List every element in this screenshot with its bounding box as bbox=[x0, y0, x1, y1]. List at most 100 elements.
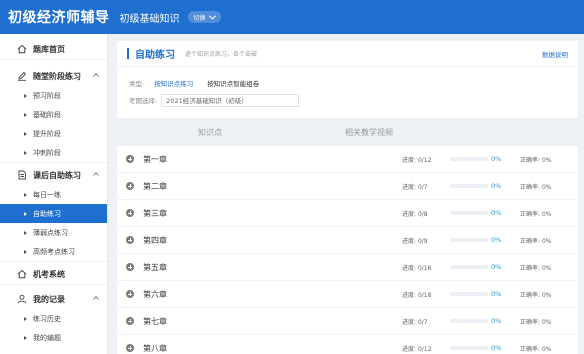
table-row[interactable]: 第八章 进度: 0/12 0% 正确率: 0% bbox=[117, 335, 578, 354]
accuracy-text: 正确率: 0% bbox=[520, 345, 552, 353]
chapter-name: 第四章 bbox=[143, 235, 167, 245]
period-label: 考期选择: bbox=[129, 97, 158, 105]
sidebar-item-sprint[interactable]: 冲刺阶段 bbox=[0, 143, 107, 162]
sidebar-group-label: 我的记录 bbox=[33, 294, 65, 304]
sidebar-item-label: 每日一练 bbox=[33, 190, 61, 199]
progress-text: 进度: 0/7 bbox=[402, 183, 428, 191]
switch-label: 切换 bbox=[193, 14, 206, 22]
accuracy-text: 正确率: 0% bbox=[520, 210, 552, 218]
top-header: 初级经济师辅导 初级基础知识 切换 bbox=[0, 0, 584, 34]
bullet-icon bbox=[24, 150, 27, 155]
sidebar-item-advance[interactable]: 提升阶段 bbox=[0, 124, 107, 143]
chevron-up-icon bbox=[93, 172, 99, 178]
table-row[interactable]: 第四章 进度: 0/9 0% 正确率: 0% bbox=[117, 227, 578, 254]
main-panel: 自助练习 逐个知识点练习，各个击破 数据说明 类型: 按知识点练习 按知识点智能… bbox=[117, 41, 578, 354]
progress-bar bbox=[450, 184, 488, 188]
table-row[interactable]: 第六章 进度: 0/18 0% 正确率: 0% bbox=[117, 281, 578, 308]
sidebar-item-label: 预习阶段 bbox=[33, 91, 61, 100]
panel-header: 自助练习 逐个知识点练习，各个击破 数据说明 bbox=[117, 41, 578, 67]
sidebar-item-my-questions[interactable]: 我的编题 bbox=[0, 328, 107, 347]
progress-percent: 0% bbox=[491, 263, 502, 271]
page-title: 自助练习 bbox=[135, 50, 175, 61]
chapter-name: 第三章 bbox=[143, 208, 167, 218]
bullet-icon bbox=[24, 230, 27, 235]
sidebar-item-daily[interactable]: 每日一练 bbox=[0, 185, 107, 204]
accuracy-text: 正确率: 0% bbox=[520, 237, 552, 245]
table-row[interactable]: 第七章 进度: 0/7 0% 正确率: 0% bbox=[117, 308, 578, 335]
sidebar-item-high-frequency[interactable]: 高频考点练习 bbox=[0, 242, 107, 261]
expand-plus-icon[interactable] bbox=[126, 290, 134, 298]
bullet-icon bbox=[24, 93, 27, 98]
progress-bar bbox=[450, 265, 488, 269]
column-header-videos: 相关教学视频 bbox=[345, 127, 393, 137]
accuracy-text: 正确率: 0% bbox=[520, 156, 552, 164]
user-icon bbox=[16, 294, 27, 305]
sidebar-item-self-practice[interactable]: 自助练习 bbox=[0, 204, 107, 223]
subject-title: 初级基础知识 bbox=[119, 13, 180, 25]
progress-percent: 0% bbox=[491, 209, 502, 217]
switch-button[interactable]: 切换 bbox=[187, 11, 221, 23]
bullet-icon bbox=[24, 211, 27, 216]
chapter-name: 第八章 bbox=[143, 343, 167, 353]
bullet-icon bbox=[24, 112, 27, 117]
chapter-name: 第五章 bbox=[143, 262, 167, 272]
table-row[interactable]: 第五章 进度: 0/16 0% 正确率: 0% bbox=[117, 254, 578, 281]
progress-text: 进度: 0/7 bbox=[402, 318, 428, 326]
sidebar-item-exam-system[interactable]: 机考系统 bbox=[0, 264, 107, 284]
column-header-knowledge-point: 知识点 bbox=[198, 127, 222, 137]
sidebar-group-stage[interactable]: 随堂阶段练习 bbox=[0, 66, 107, 86]
sidebar-group-records[interactable]: 我的记录 bbox=[0, 289, 107, 309]
expand-plus-icon[interactable] bbox=[126, 236, 134, 244]
document-icon bbox=[16, 170, 27, 181]
pen-icon bbox=[16, 71, 27, 82]
sidebar-group-label: 课后自助练习 bbox=[33, 170, 81, 180]
progress-bar bbox=[450, 238, 488, 242]
sidebar-item-home[interactable]: 题库首页 bbox=[0, 39, 107, 59]
progress-bar bbox=[450, 157, 488, 161]
progress-text: 进度: 0/9 bbox=[402, 237, 428, 245]
home-icon bbox=[16, 269, 27, 280]
sidebar-item-label: 冲刺阶段 bbox=[33, 148, 61, 157]
chapter-list: 第一章 进度: 0/12 0% 正确率: 0% 第二章 进度: 0/7 0% 正确率: 0% 第… bbox=[117, 146, 578, 354]
accuracy-text: 正确率: 0% bbox=[520, 183, 552, 191]
progress-percent: 0% bbox=[491, 290, 502, 298]
sidebar-item-basic[interactable]: 基础阶段 bbox=[0, 105, 107, 124]
sidebar-item-preview[interactable]: 预习阶段 bbox=[0, 86, 107, 105]
accuracy-text: 正确率: 0% bbox=[520, 291, 552, 299]
table-row[interactable]: 第三章 进度: 0/8 0% 正确率: 0% bbox=[117, 200, 578, 227]
sidebar-item-weak-points[interactable]: 薄弱点练习 bbox=[0, 223, 107, 242]
sidebar-item-label: 薄弱点练习 bbox=[33, 228, 68, 237]
chapter-name: 第七章 bbox=[143, 316, 167, 326]
type-filter: 类型: 按知识点练习 按知识点智能组卷 bbox=[117, 76, 578, 90]
sidebar-item-label: 基础阶段 bbox=[33, 110, 61, 119]
accuracy-text: 正确率: 0% bbox=[520, 318, 552, 326]
bullet-icon bbox=[24, 131, 27, 136]
data-help-link[interactable]: 数据说明 bbox=[542, 49, 568, 59]
table-row[interactable]: 第二章 进度: 0/7 0% 正确率: 0% bbox=[117, 173, 578, 200]
expand-plus-icon[interactable] bbox=[126, 263, 134, 271]
progress-percent: 0% bbox=[491, 317, 502, 325]
sidebar-item-history[interactable]: 练习历史 bbox=[0, 309, 107, 328]
period-selector: 考期选择: 2021经济基础知识（初级） bbox=[117, 93, 578, 107]
type-filter-label: 类型: bbox=[129, 80, 145, 88]
sidebar-group-label: 机考系统 bbox=[33, 269, 65, 279]
expand-plus-icon[interactable] bbox=[126, 209, 134, 217]
expand-plus-icon[interactable] bbox=[126, 155, 134, 163]
sidebar-group-label: 随堂阶段练习 bbox=[33, 71, 81, 81]
expand-plus-icon[interactable] bbox=[126, 182, 134, 190]
bullet-icon bbox=[24, 335, 27, 340]
chapter-name: 第二章 bbox=[143, 181, 167, 191]
chevron-up-icon bbox=[93, 73, 99, 79]
table-row[interactable]: 第一章 进度: 0/12 0% 正确率: 0% bbox=[117, 146, 578, 173]
expand-plus-icon[interactable] bbox=[126, 344, 134, 352]
bullet-icon bbox=[24, 249, 27, 254]
period-select[interactable]: 2021经济基础知识（初级） bbox=[161, 93, 300, 107]
sidebar-item-label: 自助练习 bbox=[33, 209, 61, 218]
filter-option-knowledge-point[interactable]: 按知识点练习 bbox=[154, 78, 193, 88]
chapter-name: 第一章 bbox=[143, 154, 167, 164]
progress-text: 进度: 0/12 bbox=[402, 345, 432, 353]
sidebar-group-self-practice[interactable]: 课后自助练习 bbox=[0, 165, 107, 185]
title-accent-bar bbox=[127, 48, 129, 59]
expand-plus-icon[interactable] bbox=[126, 317, 134, 325]
filter-option-smart-paper[interactable]: 按知识点智能组卷 bbox=[207, 78, 259, 88]
